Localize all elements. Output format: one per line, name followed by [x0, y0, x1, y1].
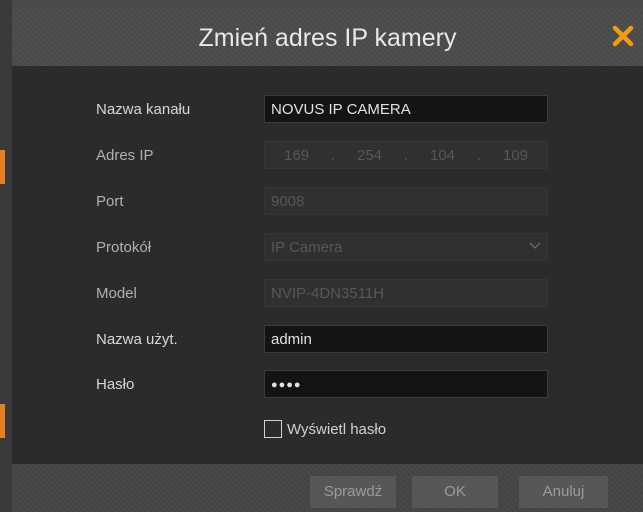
- protocol-row: Protokół IP Camera: [12, 233, 643, 263]
- ip-separator: .: [403, 147, 409, 164]
- background-highlight: [0, 404, 5, 438]
- model-input: NVIP-4DN3511H: [264, 279, 548, 307]
- change-ip-dialog: Zmień adres IP kamery Nazwa kanału NOVUS…: [12, 8, 643, 512]
- ip-address-input: 169 . 254 . 104 . 109: [264, 141, 548, 169]
- channel-name-row: Nazwa kanału NOVUS IP CAMERA: [12, 95, 643, 125]
- chevron-down-icon: [529, 242, 541, 249]
- port-input: 9008: [264, 187, 548, 215]
- ip-octet-4: 109: [502, 147, 529, 164]
- background-sidebar: [0, 0, 12, 512]
- ip-separator: .: [476, 147, 482, 164]
- model-row: Model NVIP-4DN3511H: [12, 279, 643, 309]
- protocol-label: Protokół: [96, 239, 152, 256]
- password-label: Hasło: [96, 376, 135, 393]
- username-row: Nazwa użyt. admin: [12, 325, 643, 355]
- show-password-option[interactable]: Wyświetl hasło: [264, 418, 386, 440]
- ip-address-label: Adres IP: [96, 147, 154, 164]
- dialog-title: Zmień adres IP kamery: [198, 24, 457, 52]
- show-password-label: Wyświetl hasło: [287, 420, 387, 438]
- ip-octet-3: 104: [429, 147, 456, 164]
- model-label: Model: [96, 285, 137, 302]
- ip-address-row: Adres IP 169 . 254 . 104 . 109: [12, 141, 643, 171]
- port-row: Port 9008: [12, 187, 643, 217]
- username-label: Nazwa użyt.: [96, 331, 178, 348]
- ip-octet-1: 169: [283, 147, 310, 164]
- show-password-checkbox[interactable]: [264, 420, 282, 438]
- channel-name-label: Nazwa kanału: [96, 101, 191, 118]
- protocol-value: IP Camera: [271, 239, 343, 256]
- dialog-footer: Sprawdź OK Anuluj: [12, 464, 643, 512]
- ok-button[interactable]: OK: [412, 476, 498, 508]
- close-button[interactable]: [609, 22, 637, 50]
- password-row: Hasło ●●●●: [12, 370, 643, 400]
- password-input[interactable]: ●●●●: [264, 370, 548, 398]
- ip-octet-2: 254: [356, 147, 383, 164]
- background-app-bar: [0, 0, 643, 8]
- dialog-titlebar: Zmień adres IP kamery: [12, 8, 643, 66]
- background-highlight: [0, 150, 5, 184]
- close-icon: [612, 25, 634, 47]
- username-input[interactable]: admin: [264, 325, 548, 353]
- ip-separator: .: [330, 147, 336, 164]
- protocol-select: IP Camera: [264, 233, 548, 261]
- channel-name-input[interactable]: NOVUS IP CAMERA: [264, 95, 548, 123]
- cancel-button[interactable]: Anuluj: [519, 476, 608, 508]
- check-button[interactable]: Sprawdź: [310, 476, 396, 508]
- port-label: Port: [96, 193, 124, 210]
